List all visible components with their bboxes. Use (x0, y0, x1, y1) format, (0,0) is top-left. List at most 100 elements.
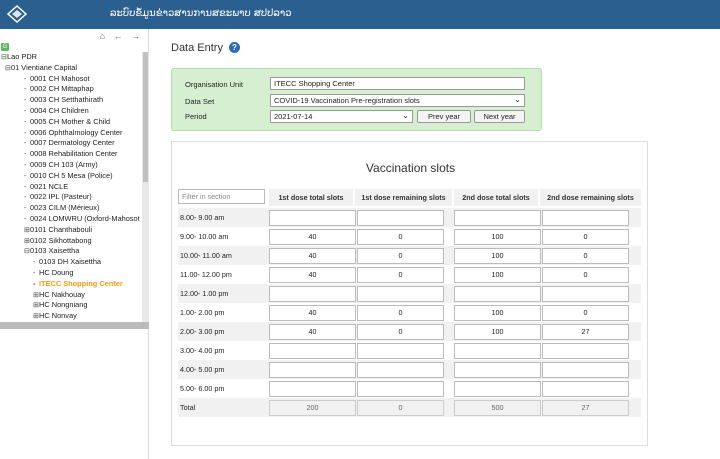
data-entry-cell[interactable] (269, 209, 356, 226)
data-entry-cell[interactable] (357, 361, 444, 378)
tree-item[interactable]: -0009 CH 103 (Army) (24, 160, 98, 170)
data-entry-cell[interactable] (454, 285, 541, 302)
data-entry-cell[interactable] (357, 285, 444, 302)
data-entry-cell[interactable]: 40 (269, 323, 356, 340)
data-entry-cell[interactable] (357, 380, 444, 397)
data-entry-cell[interactable]: 0 (542, 247, 629, 264)
tree-item[interactable]: ⊞0102 Sikhottabong (24, 236, 92, 246)
tree-item[interactable]: -0023 CILM (Mérieux) (24, 203, 99, 213)
row-label: Total (180, 403, 196, 412)
tree-item[interactable]: - HC Doung (33, 268, 74, 278)
tree-item-label: 0008 Rehabilitation Center (30, 149, 118, 159)
row-label: 12.00- 1.00 pm (180, 289, 229, 298)
tree-item[interactable]: -0007 Dermatology Center (24, 138, 115, 148)
data-entry-cell[interactable]: 27 (542, 323, 629, 340)
row-label: 4.00- 5.00 pm (180, 365, 225, 374)
tree-item-label: 0009 CH 103 (Army) (30, 160, 98, 169)
data-entry-cell[interactable] (542, 380, 629, 397)
period-label: Period (185, 112, 207, 121)
tree-item-label: 0022 IPL (Pasteur) (30, 192, 92, 202)
tree-item[interactable]: ⊞0101 Chanthabouli (24, 225, 92, 235)
filter-input[interactable]: Filter in section (178, 189, 265, 204)
tree-horizontal-scrollbar[interactable] (0, 322, 149, 329)
tree-item[interactable]: -0005 CH Mother & Child (24, 117, 110, 127)
tree-item[interactable]: ⊟0103 Xaisettha (24, 246, 79, 256)
data-entry-cell[interactable] (454, 380, 541, 397)
dataset-label: Data Set (185, 97, 215, 106)
period-select[interactable]: 2021-07-14 ⌄ (270, 110, 413, 123)
tree-item[interactable]: -0103 DH Xaisettha (33, 257, 101, 267)
data-entry-cell[interactable] (454, 342, 541, 359)
section-title: Vaccination slots (365, 161, 456, 175)
tree-item[interactable]: -0001 CH Mahosot (24, 74, 90, 84)
tree-item-label: 0023 CILM (Mérieux) (30, 203, 100, 213)
tree-item[interactable]: -0021 NCLE (24, 182, 68, 192)
tree-badge[interactable]: G (1, 43, 9, 51)
data-entry-cell[interactable] (542, 342, 629, 359)
data-entry-cell[interactable]: 100 (454, 304, 541, 321)
selection-box: Organisation Unit ITECC Shopping Center … (171, 68, 542, 131)
row-label: 11.00- 12.00 pm (180, 270, 232, 279)
data-entry-cell[interactable]: 100 (454, 247, 541, 264)
data-entry-cell[interactable] (454, 209, 541, 226)
data-entry-cell[interactable]: 40 (269, 228, 356, 245)
org-unit-tree: ⊟Lao PDR ⊟01 Vientiane Capital -0001 CH Ma… (0, 52, 142, 322)
logo-icon[interactable] (6, 4, 28, 24)
data-entry-cell[interactable]: 40 (269, 304, 356, 321)
data-entry-cell[interactable] (357, 209, 444, 226)
data-entry-cell[interactable]: 0 (357, 323, 444, 340)
data-entry-cell[interactable] (542, 285, 629, 302)
data-entry-cell[interactable]: 0 (357, 228, 444, 245)
data-entry-cell[interactable]: 0 (357, 304, 444, 321)
data-entry-cell[interactable] (542, 209, 629, 226)
row-label: 5.00- 6.00 pm (180, 384, 225, 393)
help-icon[interactable]: ? (229, 42, 240, 53)
tree-nav-icons[interactable]: ⌂ ← → (100, 31, 143, 41)
prev-year-button[interactable]: Prev year (417, 110, 471, 123)
tree-item[interactable]: ⊞HC Nongniang (33, 300, 87, 310)
data-entry-cell[interactable]: 0 (542, 228, 629, 245)
tree-item-label: 0006 Ophthalmology Center (30, 127, 123, 137)
data-entry-cell[interactable]: 0 (357, 266, 444, 283)
data-entry-cell[interactable] (269, 285, 356, 302)
data-entry-cell[interactable] (357, 342, 444, 359)
data-entry-cell[interactable]: 0 (542, 304, 629, 321)
row-label: 3.00- 4.00 pm (180, 346, 225, 355)
next-year-button[interactable]: Next year (474, 110, 525, 123)
tree-item-label: 0004 CH Children (30, 106, 89, 115)
dataset-select[interactable]: COVID-19 Vaccination Pre-registration sl… (270, 94, 525, 107)
data-entry-cell[interactable] (269, 342, 356, 359)
row-label: 2.00- 3.00 pm (180, 327, 225, 336)
org-unit-field[interactable]: ITECC Shopping Center (270, 77, 525, 90)
tree-item[interactable]: -0006 Ophthalmology Center (24, 128, 122, 138)
tree-item[interactable]: -0003 CH Setthathirath (24, 95, 103, 105)
tree-item[interactable]: ⊞HC Nonvay (33, 311, 77, 321)
tree-item[interactable]: - ITECC Shopping Center (33, 279, 123, 289)
tree-item[interactable]: -0008 Rehabilitation Center (24, 149, 118, 159)
tree-item[interactable]: -0002 CH Mittaphap (24, 84, 94, 94)
data-entry-cell[interactable]: 40 (269, 266, 356, 283)
tree-toolbar: ⌂ ← → (0, 29, 149, 44)
data-entry-cell[interactable] (269, 361, 356, 378)
tree-item[interactable]: -0022 IPL (Pasteur) (24, 192, 92, 202)
data-entry-cell[interactable]: 100 (454, 323, 541, 340)
tree-item[interactable]: ⊟Lao PDR (1, 52, 37, 62)
data-entry-cell[interactable] (269, 380, 356, 397)
tree-item[interactable]: ⊟01 Vientiane Capital (5, 63, 77, 73)
data-entry-cell[interactable]: 0 (542, 266, 629, 283)
data-entry-cell[interactable]: 100 (454, 266, 541, 283)
tree-item[interactable]: -0024 LOMWRU (Oxford-Mahosot (24, 214, 140, 224)
data-entry-cell[interactable]: 100 (454, 228, 541, 245)
data-entry-cell[interactable]: 0 (357, 247, 444, 264)
column-header: 1st dose total slots (269, 189, 353, 206)
data-entry-cell[interactable]: 40 (269, 247, 356, 264)
data-entry-cell[interactable] (454, 361, 541, 378)
tree-item-label: 0103 Xaisettha (30, 246, 80, 256)
tree-item-label: 0101 Chanthabouli (30, 224, 93, 234)
tree-item[interactable]: -0004 CH Children (24, 106, 89, 116)
tree-scrollbar-thumb[interactable] (143, 52, 148, 182)
data-entry-cell[interactable] (542, 361, 629, 378)
tree-item[interactable]: -0010 CH 5 Mesa (Police) (24, 171, 113, 181)
row-label: 10.00- 11.00 am (180, 251, 232, 260)
tree-item[interactable]: ⊞HC Nakhouay (33, 290, 85, 300)
